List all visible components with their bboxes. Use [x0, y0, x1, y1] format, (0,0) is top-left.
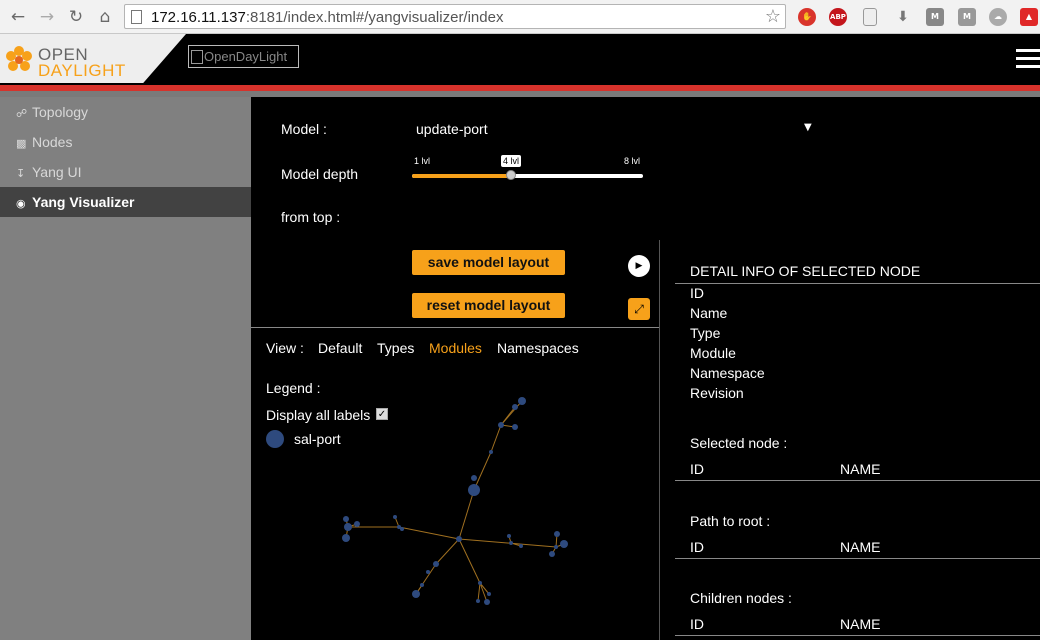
- page-icon: [131, 10, 142, 24]
- detail-field-namespace: Namespace: [690, 365, 765, 381]
- tab-default[interactable]: Default: [318, 340, 362, 356]
- bookmark-star-icon[interactable]: ☆: [765, 6, 781, 27]
- slider-current-label: 4 lvl: [501, 155, 522, 167]
- sidebar-item-yang-ui[interactable]: ↧ Yang UI: [0, 157, 251, 187]
- path-to-root-divider: [675, 558, 1040, 559]
- adblock-plus-icon[interactable]: ABP: [829, 8, 847, 26]
- children-nodes-divider: [675, 635, 1040, 636]
- logo-daylight-text: DAYLIGHT: [38, 61, 126, 80]
- sidebar-item-label: Yang UI: [32, 164, 82, 180]
- slider-handle[interactable]: [506, 170, 516, 180]
- home-icon[interactable]: ⌂: [95, 7, 115, 27]
- document-extension-icon[interactable]: [863, 8, 877, 26]
- slider-fill: [412, 174, 511, 178]
- model-label: Model :: [281, 121, 327, 137]
- eye-icon: ◉: [16, 197, 26, 210]
- detail-field-revision: Revision: [690, 385, 744, 401]
- cloud-extension-icon[interactable]: ☁: [989, 8, 1007, 26]
- slider-max-label: 8 lvl: [624, 156, 641, 166]
- controls-divider: [251, 327, 659, 328]
- download-arrow-icon[interactable]: ⬇: [894, 8, 912, 26]
- view-label: View :: [266, 340, 304, 356]
- m-box-icon[interactable]: M: [958, 8, 976, 26]
- save-model-layout-button[interactable]: save model layout: [412, 250, 565, 275]
- play-icon[interactable]: ▶: [628, 255, 650, 277]
- model-depth-slider[interactable]: [412, 170, 643, 180]
- broken-logo-image: OpenDayLight: [188, 45, 299, 68]
- url-path: :8181/index.html#/yangvisualizer/index: [245, 9, 504, 26]
- selected-node-label: Selected node :: [690, 435, 788, 451]
- url-host: 172.16.11.137: [151, 9, 246, 26]
- selected-node-divider: [675, 480, 1040, 481]
- from-top-label: from top :: [281, 209, 341, 225]
- tab-modules[interactable]: Modules: [429, 340, 482, 356]
- flower-logo-icon: [6, 46, 32, 71]
- back-icon[interactable]: ←: [8, 7, 28, 27]
- hamburger-menu-icon[interactable]: [1016, 49, 1040, 68]
- detail-field-name: Name: [690, 305, 728, 321]
- tab-types[interactable]: Types: [377, 340, 414, 356]
- main-content: Model : update-port ▼ Model depth 1 lvl …: [251, 97, 1040, 640]
- path-to-root-label: Path to root :: [690, 513, 771, 529]
- reset-model-layout-button[interactable]: reset model layout: [412, 293, 565, 318]
- detail-field-module: Module: [690, 345, 736, 361]
- sitemap-icon: ▩: [16, 137, 27, 150]
- avira-icon[interactable]: ▲: [1020, 8, 1038, 26]
- shield-m-icon[interactable]: M: [926, 8, 944, 26]
- address-bar[interactable]: 172.16.11.137:8181/index.html#/yangvisua…: [124, 4, 786, 29]
- path-to-root-col-id: ID: [690, 539, 704, 555]
- model-select[interactable]: update-port: [416, 121, 488, 137]
- slider-min-label: 1 lvl: [414, 156, 431, 166]
- detail-field-type: Type: [690, 325, 721, 341]
- selected-node-col-id: ID: [690, 461, 704, 477]
- opendaylight-logo[interactable]: OPEN DAYLIGHT: [0, 34, 186, 83]
- path-to-root-col-name: NAME: [840, 539, 881, 555]
- sidebar: ☍ Topology ▩ Nodes ↧ Yang UI ◉ Yang Visualiz…: [0, 97, 251, 640]
- sidebar-item-nodes[interactable]: ▩ Nodes: [0, 127, 251, 157]
- model-depth-label: Model depth: [281, 166, 359, 182]
- app-header: OPEN DAYLIGHT OpenDayLight: [0, 34, 1040, 85]
- legend-label: Legend :: [266, 380, 321, 396]
- tab-namespaces[interactable]: Namespaces: [497, 340, 579, 356]
- sidebar-item-topology[interactable]: ☍ Topology: [0, 97, 251, 127]
- sidebar-item-label: Yang Visualizer: [32, 194, 135, 210]
- download-icon: ↧: [16, 167, 26, 180]
- reload-icon[interactable]: ↻: [66, 7, 86, 27]
- children-nodes-col-id: ID: [690, 616, 704, 632]
- detail-title: DETAIL INFO OF SELECTED NODE: [690, 263, 921, 279]
- stop-extension-icon[interactable]: ✋: [798, 8, 816, 26]
- panel-divider: [659, 240, 660, 640]
- url-text: 172.16.11.137:8181/index.html#/yangvisua…: [151, 9, 503, 26]
- selected-node-col-name: NAME: [840, 461, 881, 477]
- expand-icon[interactable]: ⤢: [628, 298, 650, 320]
- detail-field-id: ID: [690, 285, 704, 301]
- forward-icon[interactable]: →: [37, 7, 57, 27]
- detail-divider: [675, 283, 1040, 284]
- share-icon: ☍: [16, 107, 28, 120]
- sidebar-item-label: Topology: [32, 104, 89, 120]
- children-nodes-label: Children nodes :: [690, 590, 792, 606]
- children-nodes-col-name: NAME: [840, 616, 881, 632]
- browser-toolbar: ← → ↻ ⌂ 172.16.11.137:8181/index.html#/y…: [0, 0, 1040, 34]
- legend-swatch: [266, 430, 284, 448]
- chevron-down-icon[interactable]: ▼: [804, 122, 812, 133]
- yang-model-graph[interactable]: [331, 387, 591, 617]
- sidebar-item-label: Nodes: [32, 134, 73, 150]
- sidebar-item-yang-visualizer[interactable]: ◉ Yang Visualizer: [0, 187, 251, 217]
